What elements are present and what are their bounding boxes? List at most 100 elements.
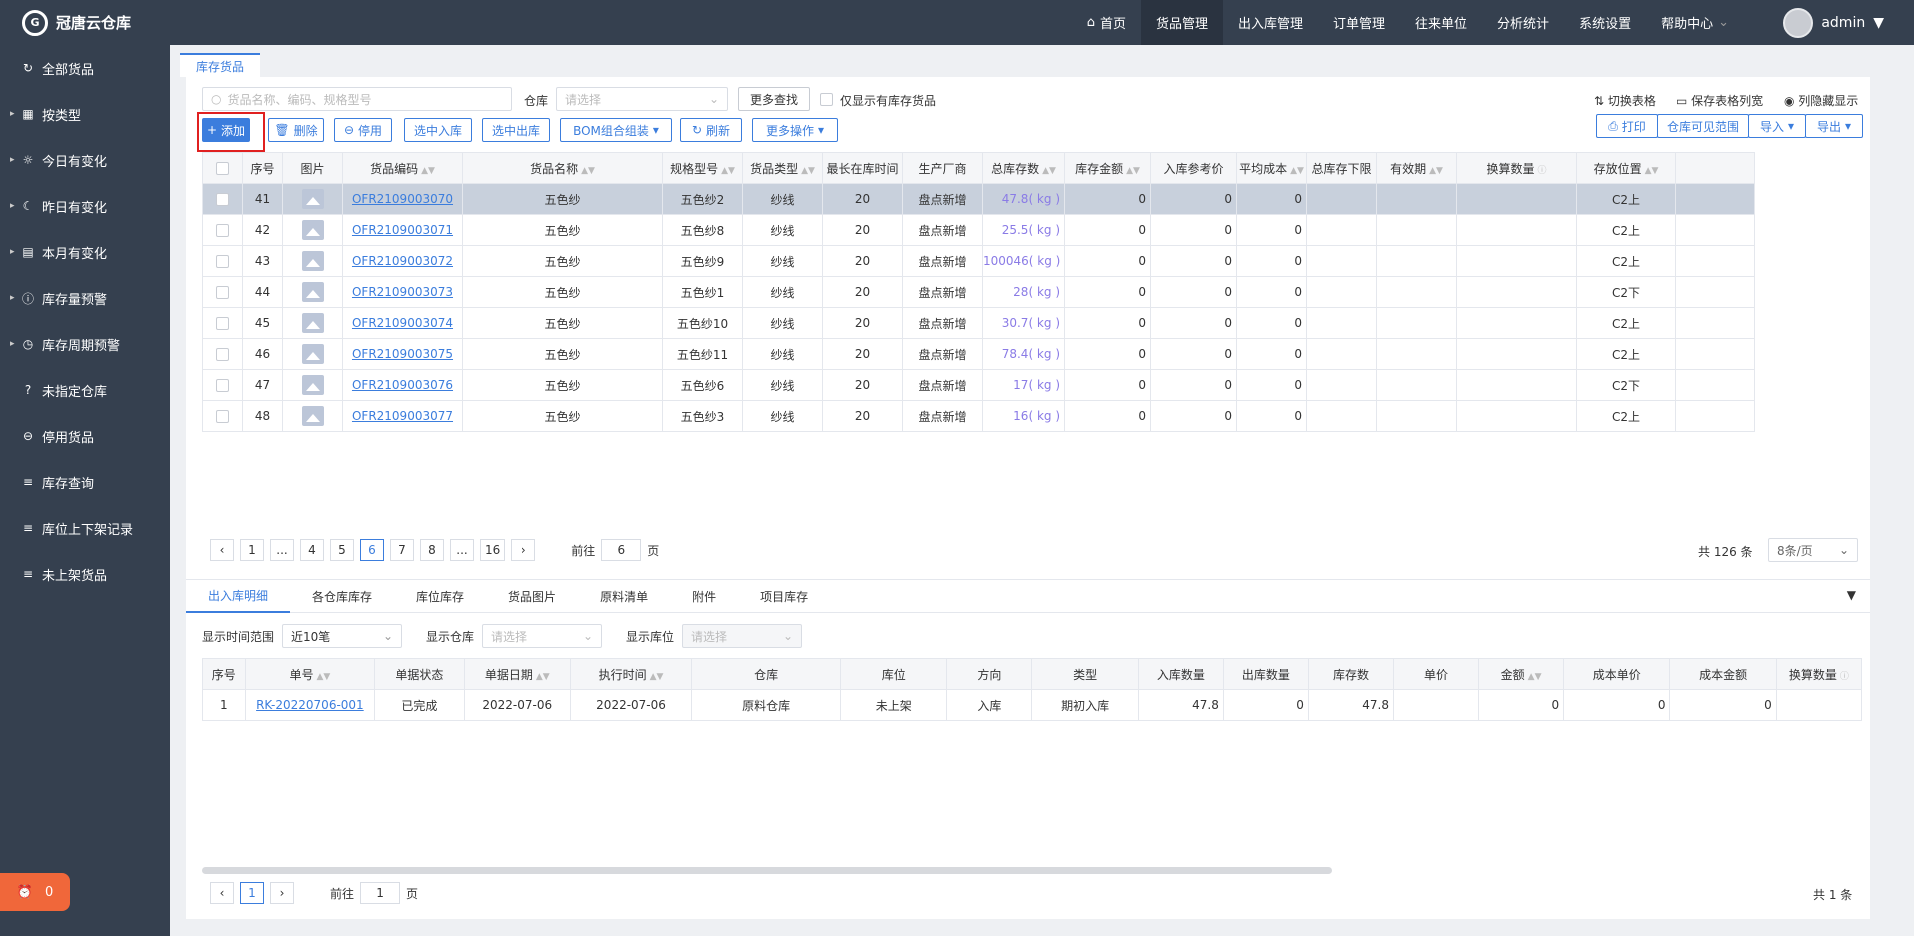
topnav-item-3[interactable]: 订单管理: [1318, 0, 1400, 45]
product-code-link[interactable]: OFR2109003070: [352, 192, 453, 206]
collapse-caret-icon[interactable]: ▼: [1847, 588, 1856, 602]
page-button[interactable]: 1: [240, 539, 264, 561]
sort-icon[interactable]: ▲▼: [316, 672, 330, 682]
table-row[interactable]: 41 OFR2109003070 五色纱 五色纱2 纱线 20 盘点新增 47.8( kg )…: [202, 183, 1755, 215]
image-placeholder-icon[interactable]: [301, 189, 324, 209]
product-code-link[interactable]: OFR2109003077: [352, 409, 453, 423]
select-all-checkbox-cell[interactable]: [202, 152, 243, 184]
detail-tab-5[interactable]: 附件: [670, 580, 738, 613]
sort-icon[interactable]: ▲▼: [1645, 166, 1659, 176]
detail-tab-1[interactable]: 各仓库库存: [290, 580, 394, 613]
cell-code[interactable]: OFR2109003073: [342, 276, 463, 308]
image-placeholder-icon[interactable]: [301, 251, 324, 271]
cell-image[interactable]: [282, 183, 343, 215]
product-code-link[interactable]: OFR2109003073: [352, 285, 453, 299]
table-row[interactable]: 42 OFR2109003071 五色纱 五色纱8 纱线 20 盘点新增 25.5( kg )…: [202, 214, 1755, 246]
select-all-checkbox[interactable]: [216, 162, 229, 175]
detail-col-header-3[interactable]: 单据日期 ▲▼: [463, 658, 571, 690]
wh-select[interactable]: 请选择 ⌄: [482, 624, 602, 648]
row-checkbox[interactable]: [216, 286, 229, 299]
image-placeholder-icon[interactable]: [301, 313, 324, 333]
export-button[interactable]: 导出 ▾: [1805, 114, 1863, 138]
topnav-item-1[interactable]: 货品管理: [1140, 0, 1223, 45]
sidebar-item-3[interactable]: ▸ ☾ 昨日有变化: [0, 183, 170, 229]
cell-code[interactable]: OFR2109003076: [342, 369, 463, 401]
image-placeholder-icon[interactable]: [301, 406, 324, 426]
print-button[interactable]: ⎙ 打印: [1596, 114, 1658, 138]
row-checkbox[interactable]: [216, 193, 229, 206]
image-placeholder-icon[interactable]: [301, 220, 324, 240]
cell-image[interactable]: [282, 369, 343, 401]
row-checkbox-cell[interactable]: [202, 369, 243, 401]
page-current[interactable]: 1: [240, 882, 264, 904]
bom-button[interactable]: BOM组合组装 ▾: [560, 118, 672, 142]
cell-image[interactable]: [282, 245, 343, 277]
doc-number-link[interactable]: RK-20220706-001: [256, 698, 364, 712]
detail-tab-0[interactable]: 出入库明细: [186, 580, 291, 613]
image-placeholder-icon[interactable]: [301, 344, 324, 364]
alarm-badge[interactable]: ⏰ 0: [0, 873, 70, 911]
range-select[interactable]: 近10笔 ⌄: [282, 624, 402, 648]
cell-code[interactable]: OFR2109003070: [342, 183, 463, 215]
only-stock-checkbox[interactable]: [820, 93, 833, 106]
sidebar-item-8[interactable]: ⊖ 停用货品: [0, 413, 170, 459]
cell-image[interactable]: [282, 338, 343, 370]
image-placeholder-icon[interactable]: [301, 282, 324, 302]
prev-page-button[interactable]: ‹: [210, 882, 234, 904]
loc-select[interactable]: 请选择 ⌄: [682, 624, 802, 648]
sidebar-item-4[interactable]: ▸ ▤ 本月有变化: [0, 229, 170, 275]
more-ops-button[interactable]: 更多操作 ▾: [752, 118, 838, 142]
col-header-15[interactable]: 存放位置 ▲▼: [1576, 152, 1676, 184]
sidebar-item-1[interactable]: ▸ ▦ 按类型: [0, 91, 170, 137]
app-logo[interactable]: G 冠唐云仓库: [0, 0, 170, 45]
col-header-2[interactable]: 货品编码 ▲▼: [342, 152, 463, 184]
topnav-item-0[interactable]: ⌂ 首页: [1072, 0, 1141, 45]
sort-icon[interactable]: ▲▼: [1528, 672, 1542, 682]
detail-row[interactable]: 1 RK-20220706-001 已完成 2022-07-06 2022-07-06 原…: [202, 689, 1863, 721]
import-button[interactable]: 导入 ▾: [1748, 114, 1806, 138]
save-width-link[interactable]: ▭ 保存表格列宽: [1676, 92, 1763, 109]
table-row[interactable]: 43 OFR2109003072 五色纱 五色纱9 纱线 20 盘点新增 100046( kg…: [202, 245, 1755, 277]
cell-code[interactable]: OFR2109003075: [342, 338, 463, 370]
table-row[interactable]: 44 OFR2109003073 五色纱 五色纱1 纱线 20 盘点新增 28( kg ) 0 0…: [202, 276, 1755, 308]
col-header-4[interactable]: 规格型号 ▲▼: [662, 152, 743, 184]
detail-tab-4[interactable]: 原料清单: [578, 580, 670, 613]
detail-tab-6[interactable]: 项目库存: [738, 580, 830, 613]
row-checkbox-cell[interactable]: [202, 400, 243, 432]
next-page-button[interactable]: ›: [511, 539, 536, 561]
cell-stock[interactable]: 25.5( kg ): [982, 214, 1065, 246]
sort-icon[interactable]: ▲▼: [536, 672, 550, 682]
cell-stock[interactable]: 47.8( kg ): [982, 183, 1065, 215]
product-code-link[interactable]: OFR2109003076: [352, 378, 453, 392]
delete-button[interactable]: 🗑 删除: [268, 118, 324, 142]
col-header-3[interactable]: 货品名称 ▲▼: [462, 152, 663, 184]
page-button[interactable]: 16: [480, 539, 506, 561]
page-button[interactable]: 4: [300, 539, 324, 561]
row-checkbox-cell[interactable]: [202, 307, 243, 339]
more-search-button[interactable]: 更多查找: [738, 87, 810, 111]
next-page-button[interactable]: ›: [270, 882, 294, 904]
row-checkbox-cell[interactable]: [202, 276, 243, 308]
col-header-11[interactable]: 平均成本 ▲▼: [1236, 152, 1307, 184]
col-header-9[interactable]: 库存金额 ▲▼: [1064, 152, 1151, 184]
page-button[interactable]: ...: [270, 539, 294, 561]
row-checkbox[interactable]: [216, 317, 229, 330]
product-code-link[interactable]: OFR2109003075: [352, 347, 453, 361]
row-checkbox-cell[interactable]: [202, 183, 243, 215]
cell-code[interactable]: OFR2109003071: [342, 214, 463, 246]
search-input[interactable]: ○ 货品名称、编码、规格型号: [202, 87, 512, 111]
col-header-8[interactable]: 总库存数 ▲▼: [982, 152, 1065, 184]
sort-icon[interactable]: ▲▼: [1290, 166, 1304, 176]
cell-doc[interactable]: RK-20220706-001: [244, 689, 376, 721]
horizontal-scrollbar[interactable]: [202, 867, 1332, 874]
page-button[interactable]: 8: [420, 539, 444, 561]
goto-input[interactable]: 1: [360, 882, 401, 904]
product-code-link[interactable]: OFR2109003074: [352, 316, 453, 330]
sort-icon[interactable]: ▲▼: [581, 166, 595, 176]
row-checkbox[interactable]: [216, 255, 229, 268]
page-button[interactable]: ...: [450, 539, 474, 561]
table-row[interactable]: 47 OFR2109003076 五色纱 五色纱6 纱线 20 盘点新增 17( kg ) 0 0…: [202, 369, 1755, 401]
row-checkbox[interactable]: [216, 224, 229, 237]
disable-button[interactable]: ⊖ 停用: [334, 118, 392, 142]
visible-range-button[interactable]: 仓库可见范围: [1657, 114, 1749, 138]
